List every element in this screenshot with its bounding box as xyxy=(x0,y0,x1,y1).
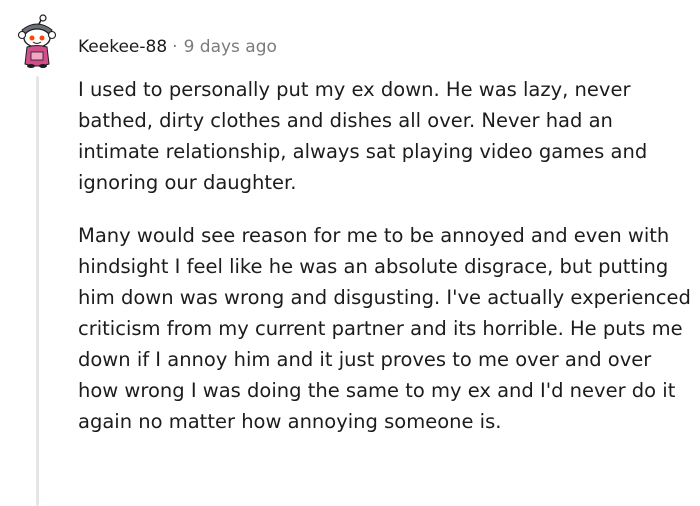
comment-paragraph-1: I used to personally put my ex down. He … xyxy=(78,78,648,194)
thread-line[interactable] xyxy=(36,76,39,506)
username-link[interactable]: Keekee-88 xyxy=(78,37,167,57)
comment-meta: Keekee-88 · 9 days ago xyxy=(78,36,277,58)
comment-body: I used to personally put my ex down. He … xyxy=(78,74,693,459)
timestamp-link[interactable]: 9 days ago xyxy=(184,37,277,57)
snoo-avatar-icon[interactable] xyxy=(12,14,62,70)
comment-paragraph-2: Many would see reason for me to be annoy… xyxy=(78,224,691,433)
meta-separator: · xyxy=(172,37,178,57)
comment: Keekee-88 · 9 days ago I used to personall… xyxy=(0,0,700,506)
